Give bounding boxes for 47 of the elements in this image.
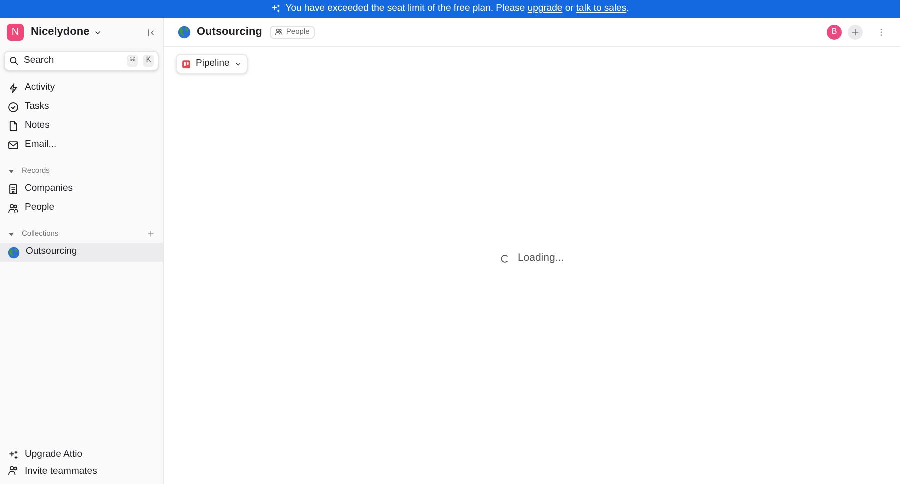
workspace-switcher[interactable]: Nicelydone: [31, 24, 102, 41]
view-selector[interactable]: Pipeline: [176, 54, 248, 74]
talk-to-sales-link[interactable]: talk to sales: [576, 2, 627, 14]
people-icon: [275, 28, 284, 36]
sidebar-item[interactable]: Companies: [0, 180, 163, 199]
globe-icon: [178, 26, 191, 38]
caret-icon: [8, 168, 15, 174]
banner-message: You have exceeded the seat limit of the free plan. Please upgrade or talk to sales.: [286, 2, 630, 16]
envelope-icon: [8, 140, 19, 151]
globe-icon: [8, 246, 20, 258]
search-icon: [9, 56, 19, 66]
sparkle-icon: [8, 450, 19, 461]
sidebar-item[interactable]: Tasks: [0, 98, 163, 117]
sidebar-item[interactable]: Upgrade Attio: [0, 446, 163, 465]
shortcut-key: ⌘: [127, 55, 138, 67]
section-toggle[interactable]: [8, 168, 15, 174]
sidebar-item[interactable]: Activity: [0, 79, 163, 98]
sidebar-item[interactable]: Outsourcing: [0, 243, 163, 262]
kanban-icon: [182, 60, 191, 68]
people-icon: [8, 203, 19, 214]
chevron-down-icon: [234, 60, 242, 68]
sidebar-item[interactable]: Invite teammates: [0, 465, 163, 484]
building-icon: [8, 184, 19, 195]
shortcut-key: K: [143, 55, 154, 67]
workspace-avatar: N: [7, 24, 24, 41]
sidebar-item[interactable]: Email...: [0, 136, 163, 155]
collapse-sidebar-button[interactable]: [146, 28, 156, 38]
search-field[interactable]: Search ⌘ K: [4, 51, 159, 71]
sidebar-item[interactable]: People: [0, 199, 163, 218]
document-icon: [8, 121, 19, 132]
loading-text: Loading...: [518, 251, 564, 266]
check-circle-icon: [8, 102, 19, 113]
search-placeholder: Search: [24, 54, 56, 68]
plus-icon: [147, 230, 155, 238]
people-icon: [8, 465, 19, 476]
section-toggle[interactable]: [8, 230, 15, 238]
plus-icon: [851, 28, 860, 36]
collapse-icon: [146, 28, 156, 38]
page-title: Outsourcing: [197, 24, 262, 40]
caret-icon: [8, 230, 15, 238]
user-avatar: B: [827, 24, 842, 40]
upgrade-link[interactable]: upgrade: [528, 2, 563, 14]
sparkle-icon: [270, 4, 281, 14]
sidebar-item[interactable]: Notes: [0, 117, 163, 136]
lightning-icon: [8, 83, 19, 94]
add-button[interactable]: [848, 24, 863, 40]
spinner-icon: [500, 254, 510, 264]
